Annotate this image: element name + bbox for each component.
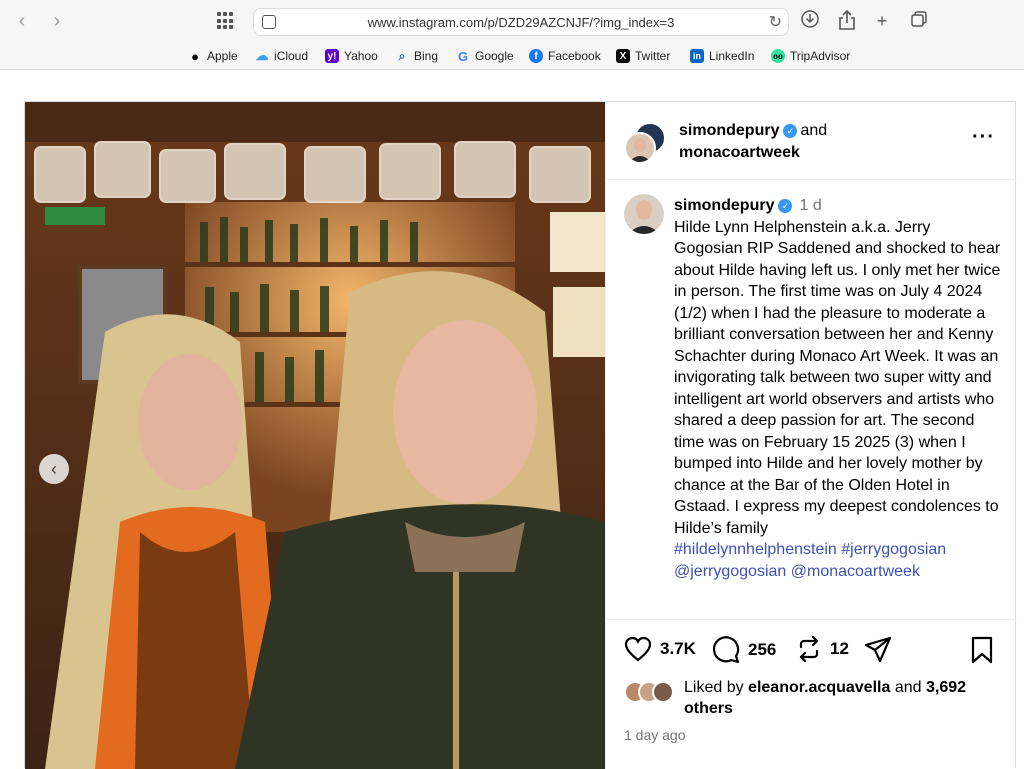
facebook-icon: f (529, 49, 543, 63)
bookmark-icon (971, 636, 993, 664)
icloud-icon: ☁ (255, 48, 269, 63)
liker-avatars[interactable] (624, 681, 680, 703)
caption-section: simondepury ✓ 1 d Hilde Lynn Helphenstein … (606, 180, 1017, 620)
bookmark-label: Apple (207, 49, 238, 63)
post-actions: 3.7K 256 12 (606, 636, 1017, 666)
hashtag-link[interactable]: #jerrygogosian (841, 541, 946, 558)
bookmark-label: TripAdvisor (790, 49, 851, 63)
avatar (624, 132, 656, 164)
verified-icon: ✓ (783, 124, 798, 138)
linkedin-icon: in (690, 49, 704, 63)
others-count[interactable]: 3,692 (926, 679, 966, 696)
caption-time: 1 d (799, 197, 822, 214)
liker-username[interactable]: eleanor.acquavella (748, 679, 890, 696)
collab-avatars[interactable] (624, 122, 670, 164)
bookmark-icloud[interactable]: ☁ iCloud (255, 47, 309, 65)
url-text[interactable]: www.instagram.com/p/DZD29AZCNJF/?img_ind… (254, 15, 788, 30)
post-sidebar: simondepury ✓ and monacoartweek ··· simond… (605, 102, 1017, 769)
browser-toolbar: ‹ › www.instagram.com/p/DZD29AZCNJF/?img… (0, 0, 1024, 42)
bookmark-label: LinkedIn (709, 49, 755, 63)
address-bar[interactable]: www.instagram.com/p/DZD29AZCNJF/?img_ind… (253, 8, 789, 36)
bookmark-facebook[interactable]: f Facebook (529, 47, 601, 65)
forward-icon[interactable]: › (46, 10, 68, 32)
back-icon[interactable]: ‹ (11, 10, 33, 32)
tripadvisor-icon: oo (771, 49, 785, 63)
post-timestamp[interactable]: 1 day ago (624, 727, 686, 743)
mention-link[interactable]: @monacoartweek (791, 563, 920, 580)
post-photo[interactable]: ‹ (25, 102, 605, 769)
repost-icon (799, 636, 819, 662)
avatar (652, 681, 674, 703)
save-action[interactable] (970, 636, 994, 664)
bookmark-label: Yahoo (344, 49, 378, 63)
photo-illustration (25, 102, 605, 769)
bookmark-tripadvisor[interactable]: oo TripAdvisor (771, 47, 850, 65)
apple-icon: ● (191, 48, 199, 64)
author-username[interactable]: simondepury (679, 122, 779, 139)
search-icon: ⌕ (398, 48, 406, 63)
verified-icon: ✓ (778, 199, 793, 213)
mention-link[interactable]: @jerrygogosian (674, 563, 786, 580)
like-count[interactable]: 3.7K (660, 639, 696, 659)
caption-username[interactable]: simondepury (674, 197, 774, 214)
yahoo-icon: y! (325, 49, 339, 63)
bookmark-label: Twitter (635, 49, 671, 63)
comment-action[interactable]: 256 (712, 636, 776, 664)
liked-by-joiner: and (894, 679, 922, 696)
tabs-icon[interactable] (908, 9, 930, 33)
bookmarks-bar: ● Apple ☁ iCloud y! Yahoo ⌕ Bing G Googl… (0, 42, 1024, 70)
comment-icon (712, 636, 740, 664)
bookmark-label: Bing (414, 49, 439, 63)
new-tab-icon[interactable]: + (871, 9, 893, 33)
bookmark-bing[interactable]: ⌕ Bing (395, 47, 438, 65)
bookmark-label: iCloud (274, 49, 309, 63)
download-icon[interactable] (799, 9, 821, 33)
share-action[interactable] (864, 636, 892, 664)
send-icon (864, 636, 892, 663)
bookmark-linkedin[interactable]: in LinkedIn (690, 47, 754, 65)
repost-count[interactable]: 12 (830, 639, 849, 659)
collab-username[interactable]: monacoartweek (679, 144, 800, 161)
liked-by-prefix: Liked by (684, 679, 744, 696)
others-label[interactable]: others (684, 700, 733, 717)
bookmark-google[interactable]: G Google (456, 47, 514, 65)
google-icon: G (457, 48, 469, 64)
share-icon[interactable] (836, 9, 858, 33)
more-options-icon[interactable]: ··· (972, 126, 995, 149)
liked-by-text: Liked by eleanor.acquavella and 3,692 ot… (684, 677, 1004, 719)
heart-icon (624, 636, 652, 662)
bookmark-apple[interactable]: ● Apple (188, 47, 238, 65)
carousel-prev-button[interactable]: ‹ (39, 454, 69, 484)
post-authors: simondepury ✓ and monacoartweek (679, 120, 827, 164)
caption-body: Hilde Lynn Helphenstein a.k.a. Jerry Gog… (674, 218, 1001, 537)
instagram-post: ‹ simondepury ✓ and monacoartweek ··· simo… (24, 101, 1017, 769)
like-action[interactable]: 3.7K (624, 636, 696, 662)
bookmark-yahoo[interactable]: y! Yahoo (325, 47, 378, 65)
comment-count[interactable]: 256 (748, 640, 776, 660)
caption-avatar[interactable] (624, 194, 664, 234)
repost-action[interactable]: 12 (796, 636, 849, 662)
bookmark-label: Facebook (548, 49, 601, 63)
x-icon: X (616, 49, 630, 63)
caption-text: simondepury ✓ 1 d Hilde Lynn Helphenstein … (674, 195, 1002, 582)
bookmark-label: Google (475, 49, 514, 63)
tab-overview-icon[interactable] (217, 12, 237, 30)
hashtag-link[interactable]: #hildelynnhelphenstein (674, 541, 837, 558)
post-header: simondepury ✓ and monacoartweek ··· (606, 102, 1017, 180)
reload-icon[interactable]: ↻ (769, 12, 782, 32)
bookmark-twitter[interactable]: X Twitter (616, 47, 670, 65)
author-joiner: and (800, 122, 828, 139)
